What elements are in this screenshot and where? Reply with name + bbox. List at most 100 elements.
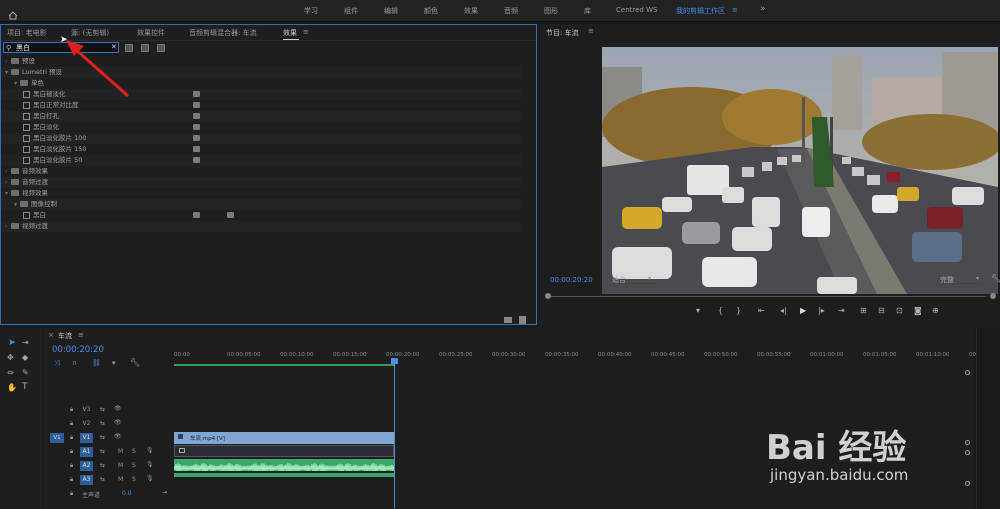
sequence-tab[interactable]: 车流 (58, 331, 72, 341)
insert-icon[interactable]: ⊞ (860, 306, 867, 315)
timeline-menu-icon[interactable]: ≡ (78, 331, 84, 339)
tab-project[interactable]: 项目: 老电影 (7, 28, 47, 38)
workspace-tab[interactable]: 图形 (544, 6, 558, 16)
effect-item[interactable]: 黑白淡化胶片 100 (1, 133, 521, 144)
wrench-icon[interactable]: 🔧︎ (991, 274, 1000, 283)
lock-icon[interactable]: 🔒︎ (70, 462, 73, 470)
track-target[interactable]: V1 (80, 433, 93, 443)
mark-out-icon[interactable]: } (736, 306, 741, 315)
effect-item[interactable]: 黑白淡化胶片 150 (1, 144, 521, 155)
workspace-tab[interactable]: 效果 (464, 6, 478, 16)
step-forward-icon[interactable]: |▸ (818, 306, 825, 315)
workspace-tab[interactable]: Centred WS (616, 6, 657, 14)
workspace-menu-icon[interactable]: ≡ (732, 6, 738, 14)
close-icon[interactable]: × (48, 331, 54, 339)
microphone-icon[interactable]: 🎙︎ (146, 475, 154, 482)
scrubber-end-handle[interactable] (990, 293, 996, 299)
eye-icon[interactable]: 👁︎ (114, 433, 122, 440)
effect-item[interactable]: 黑白 (1, 210, 521, 221)
time-ruler[interactable]: 00:00 00:00:05:00 00:00:10:00 00:00:15:00 00… (174, 328, 981, 368)
tab-audio-mixer[interactable]: 音频剪辑混合器: 车流 (189, 28, 257, 38)
sync-lock-icon[interactable]: ⇆ (100, 434, 105, 441)
lock-icon[interactable]: 🔒︎ (70, 420, 73, 428)
effects-folder[interactable]: ▾ 视频效果 (1, 188, 521, 199)
tab-effect-controls[interactable]: 效果控件 (137, 28, 165, 38)
master-volume[interactable]: 0.0 (122, 490, 132, 497)
selection-tool-icon[interactable]: ➤ (8, 338, 16, 348)
workspace-tab[interactable]: 编辑 (384, 6, 398, 16)
effects-folder[interactable]: › 音频过渡 (1, 177, 521, 188)
workspace-tab-active[interactable]: 我的剪辑工作区 (676, 6, 725, 16)
slip-tool-icon[interactable]: ⇔ (7, 368, 14, 377)
effects-folder[interactable]: ▾ 图像控制 (1, 199, 521, 210)
export-frame-icon[interactable]: ◙ (914, 306, 922, 315)
button-editor-icon[interactable]: ⊕ (932, 306, 939, 315)
playhead-handle[interactable] (390, 358, 398, 364)
workspace-tab[interactable]: 音频 (504, 6, 518, 16)
scroll-handle-top[interactable] (965, 370, 970, 375)
track-target[interactable]: A1 (80, 447, 93, 457)
yuv-effects-icon[interactable] (157, 44, 165, 52)
eye-icon[interactable]: 👁︎ (114, 419, 122, 426)
lock-icon[interactable]: 🔒︎ (70, 490, 73, 498)
hand-tool-icon[interactable]: ✋ (7, 383, 17, 392)
add-marker-icon[interactable]: ▾ (112, 359, 116, 367)
sync-lock-icon[interactable]: ⇆ (100, 462, 105, 469)
track-target[interactable]: V2 (80, 419, 93, 429)
ripple-edit-tool-icon[interactable]: ✥ (7, 353, 14, 362)
source-patch[interactable]: V1 (50, 433, 64, 443)
mute-button[interactable]: M (118, 462, 123, 469)
mark-in-icon[interactable]: { (718, 306, 723, 315)
microphone-icon[interactable]: 🎙︎ (146, 447, 154, 454)
monitor-menu-icon[interactable]: ≡ (588, 27, 594, 35)
microphone-icon[interactable]: 🎙︎ (146, 461, 154, 468)
solo-button[interactable]: S (132, 448, 136, 455)
razor-tool-icon[interactable]: ◆ (22, 353, 28, 362)
lift-icon[interactable]: ⊡ (896, 306, 903, 315)
effect-item[interactable]: 黑白淡化胶片 50 (1, 155, 521, 166)
lock-icon[interactable]: 🔒︎ (70, 406, 73, 414)
workspace-tab[interactable]: 库 (584, 6, 591, 16)
more-workspaces-button[interactable]: » (760, 4, 766, 14)
sync-lock-icon[interactable]: ⇆ (100, 476, 105, 483)
delete-icon[interactable] (519, 316, 526, 324)
go-to-in-icon[interactable]: ⇤ (758, 306, 765, 315)
lock-icon[interactable]: 🔒︎ (70, 476, 73, 484)
monitor-scrubber[interactable] (546, 296, 986, 297)
sync-lock-icon[interactable]: ⇆ (100, 406, 105, 413)
solo-button[interactable]: S (132, 476, 136, 483)
track-target[interactable]: A3 (80, 475, 93, 485)
audio-clip-a3[interactable] (174, 473, 394, 477)
effects-folder[interactable]: › 视频过渡 (1, 221, 521, 232)
add-marker-icon[interactable]: ▾ (696, 306, 700, 315)
mute-button[interactable]: M (118, 448, 123, 455)
eye-icon[interactable]: 👁︎ (114, 405, 122, 412)
play-icon[interactable]: ▶ (800, 306, 806, 315)
effects-folder[interactable]: › 音频效果 (1, 166, 521, 177)
timeline-timecode[interactable]: 00:00:20:20 (52, 345, 104, 355)
workspace-tab[interactable]: 学习 (304, 6, 318, 16)
linked-selection-icon[interactable]: ⛓ (92, 359, 101, 367)
track-target[interactable]: V3 (80, 405, 93, 415)
lock-icon[interactable]: 🔒︎ (70, 448, 73, 456)
sync-lock-icon[interactable]: ⇆ (100, 420, 105, 427)
sync-lock-icon[interactable]: ⇆ (100, 448, 105, 455)
lock-icon[interactable]: 🔒︎ (70, 434, 73, 442)
solo-button[interactable]: S (132, 462, 136, 469)
type-tool-icon[interactable]: T (22, 382, 28, 392)
scrubber-handle[interactable] (545, 293, 551, 299)
effect-item[interactable]: 黑白淡化 (1, 122, 521, 133)
snap-icon[interactable]: ∩ (72, 359, 77, 367)
panel-menu-icon[interactable]: ≡ (303, 28, 309, 36)
playhead[interactable] (390, 358, 398, 508)
workspace-tab[interactable]: 颜色 (424, 6, 438, 16)
tab-effects[interactable]: 效果 (283, 28, 297, 38)
go-to-end-icon[interactable]: ⇥ (162, 489, 167, 496)
work-area-bar[interactable] (174, 364, 394, 366)
timeline-settings-icon[interactable]: 🔧︎ (130, 358, 140, 367)
pen-tool-icon[interactable]: ✎ (22, 368, 29, 377)
overwrite-icon[interactable]: ⊟ (878, 306, 885, 315)
mute-button[interactable]: M (118, 476, 123, 483)
effect-item[interactable]: 黑白打孔 (1, 111, 521, 122)
audio-clip-a1[interactable] (174, 445, 394, 457)
